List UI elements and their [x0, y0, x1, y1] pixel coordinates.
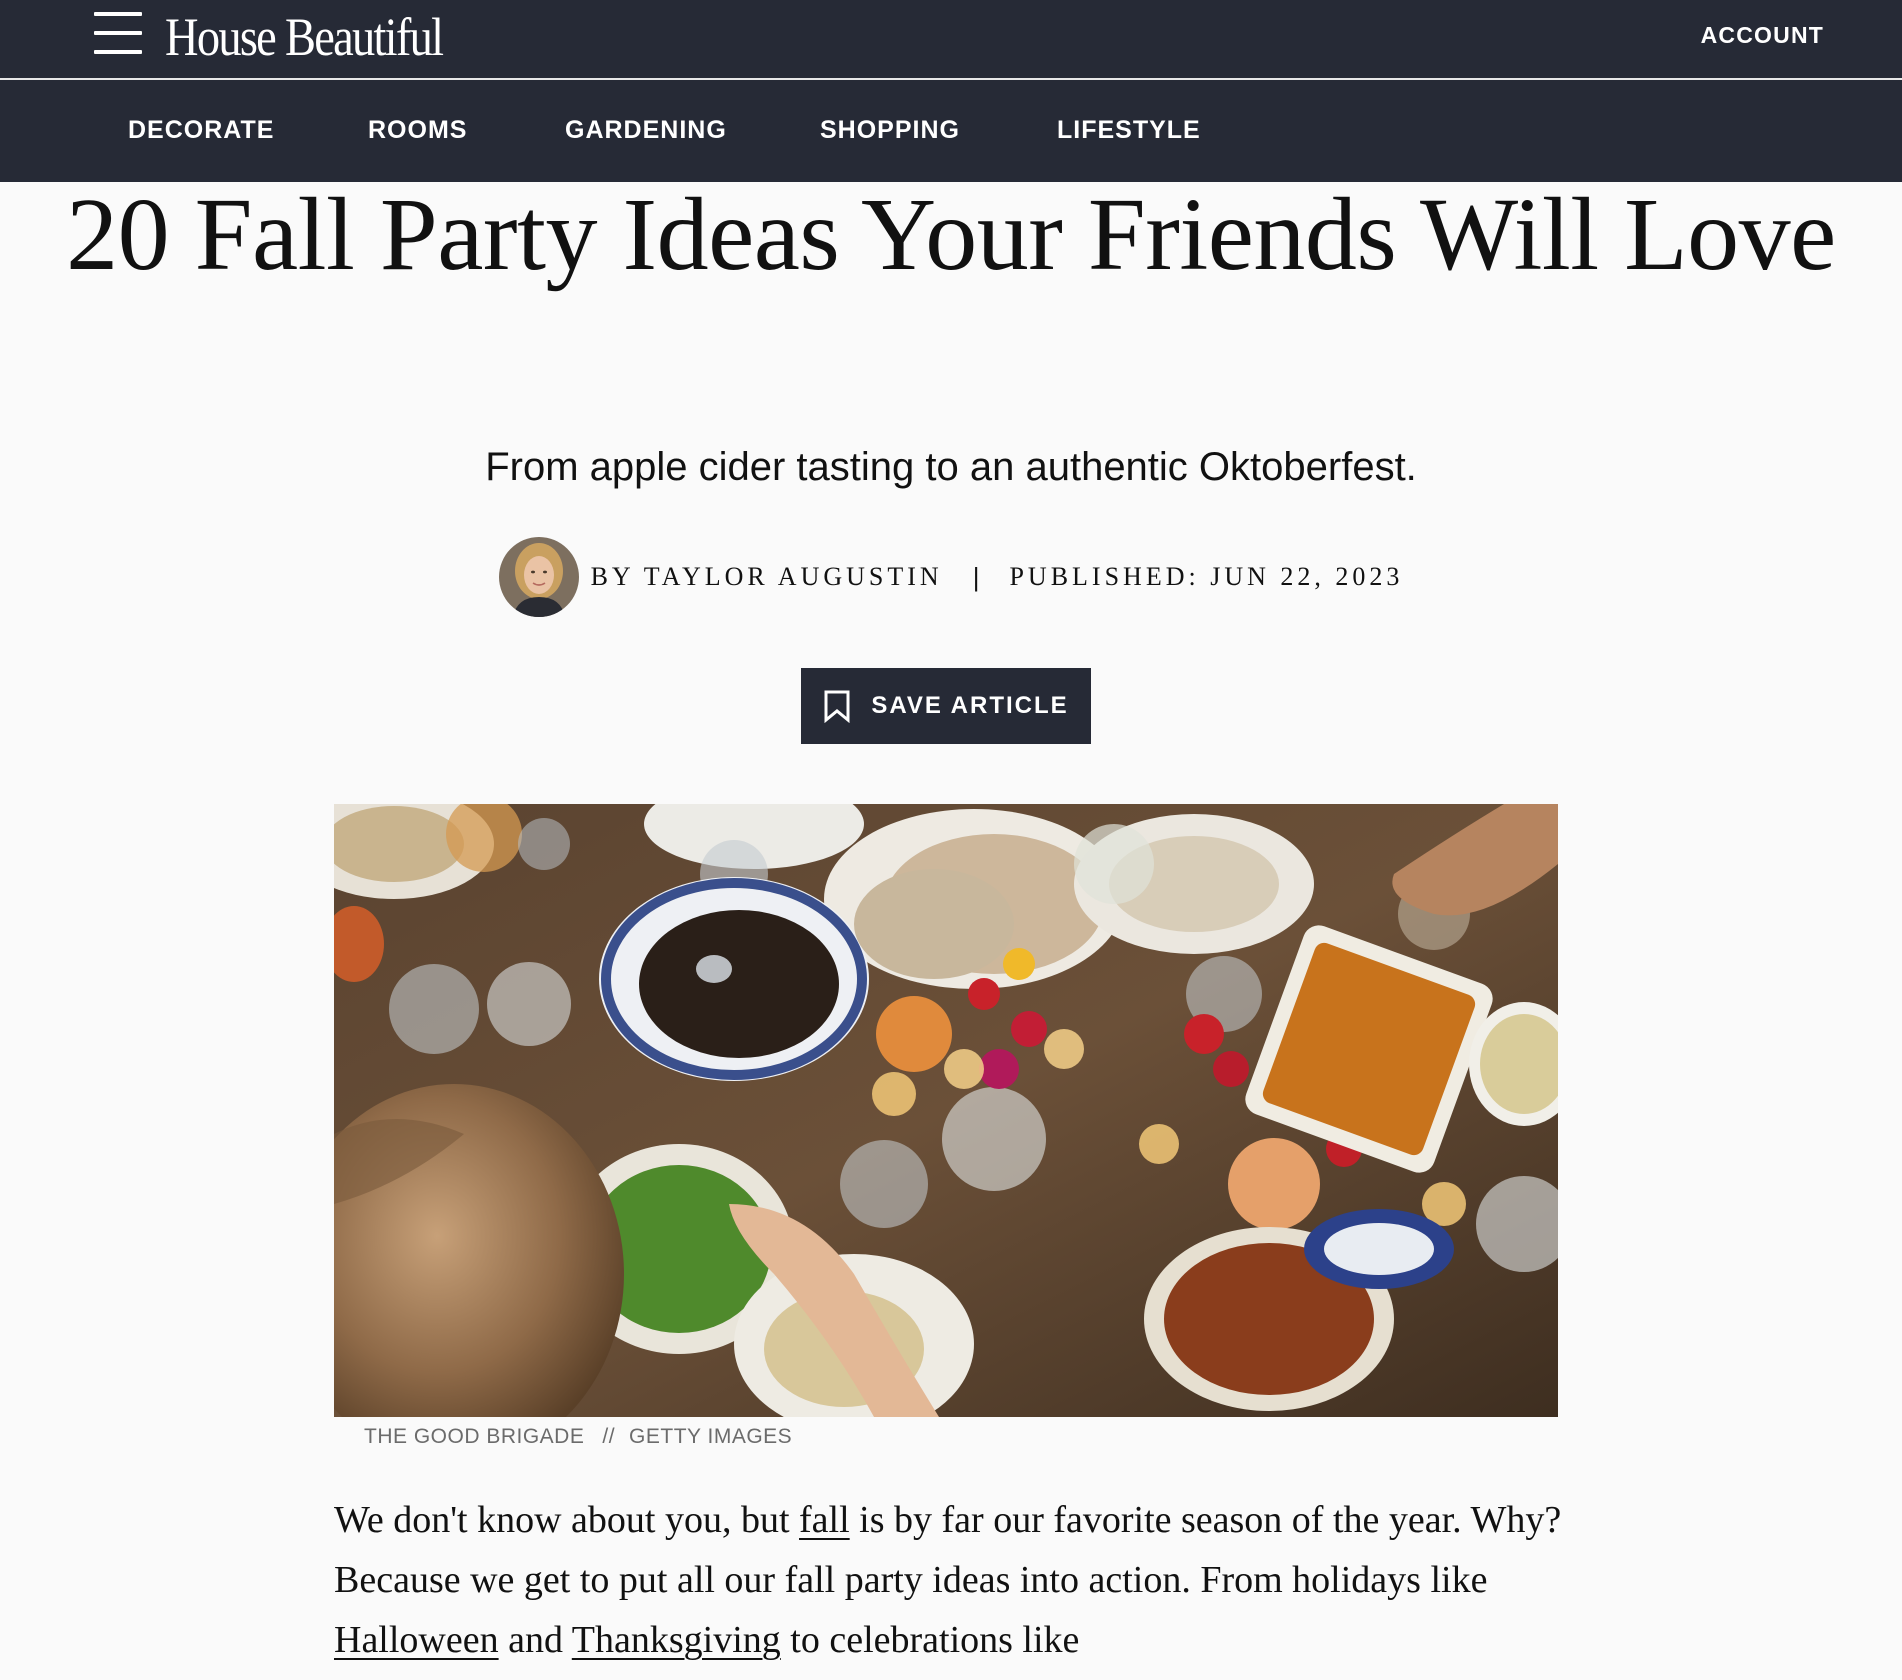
main-nav: DECORATE ROOMS GARDENING SHOPPING LIFEST…	[0, 80, 1902, 182]
save-article-button[interactable]: SAVE ARTICLE	[801, 668, 1091, 744]
nav-item-lifestyle[interactable]: LIFESTYLE	[1057, 110, 1201, 150]
link-thanksgiving[interactable]: Thanksgiving	[572, 1619, 781, 1661]
hamburger-menu-icon[interactable]	[94, 12, 142, 56]
bookmark-icon	[824, 690, 850, 723]
body-text: to celebrations like	[780, 1619, 1080, 1661]
byline: BY TAYLOR AUGUSTIN | PUBLISHED: JUN 22, …	[0, 536, 1902, 618]
author-name[interactable]: BY TAYLOR AUGUSTIN	[591, 562, 943, 592]
menu-line	[94, 12, 142, 16]
article-body-paragraph: We don't know about you, but fall is by …	[334, 1490, 1564, 1670]
publish-date: PUBLISHED: JUN 22, 2023	[1009, 562, 1404, 591]
author-avatar-image	[498, 537, 579, 617]
menu-line	[94, 50, 142, 54]
hero-image-illustration	[334, 804, 1558, 1417]
nav-item-decorate[interactable]: DECORATE	[128, 110, 274, 150]
image-credit-agency: GETTY IMAGES	[629, 1425, 793, 1448]
menu-line	[94, 31, 142, 35]
link-fall[interactable]: fall	[799, 1499, 850, 1541]
body-text: We don't know about you, but	[334, 1499, 800, 1541]
link-halloween[interactable]: Halloween	[334, 1619, 499, 1661]
site-logo[interactable]: House Beautiful	[165, 4, 444, 70]
account-link[interactable]: ACCOUNT	[1701, 18, 1824, 52]
nav-item-gardening[interactable]: GARDENING	[565, 110, 727, 150]
image-credit-source: THE GOOD BRIGADE	[364, 1425, 585, 1448]
save-article-label: SAVE ARTICLE	[871, 692, 1069, 719]
body-text: and	[498, 1619, 572, 1661]
image-credit-separator: //	[602, 1425, 616, 1448]
top-header-bar: House Beautiful ACCOUNT	[0, 0, 1902, 80]
image-credit: THE GOOD BRIGADE // GETTY IMAGES	[364, 1422, 792, 1452]
nav-item-shopping[interactable]: SHOPPING	[820, 110, 960, 150]
article-dek: From apple cider tasting to an authentic…	[485, 445, 1417, 489]
article-title: 20 Fall Party Ideas Your Friends Will Lo…	[66, 177, 1836, 292]
nav-item-rooms[interactable]: ROOMS	[368, 110, 467, 150]
byline-separator: |	[972, 561, 980, 592]
author-avatar[interactable]	[498, 537, 579, 617]
hero-image	[334, 804, 1558, 1417]
